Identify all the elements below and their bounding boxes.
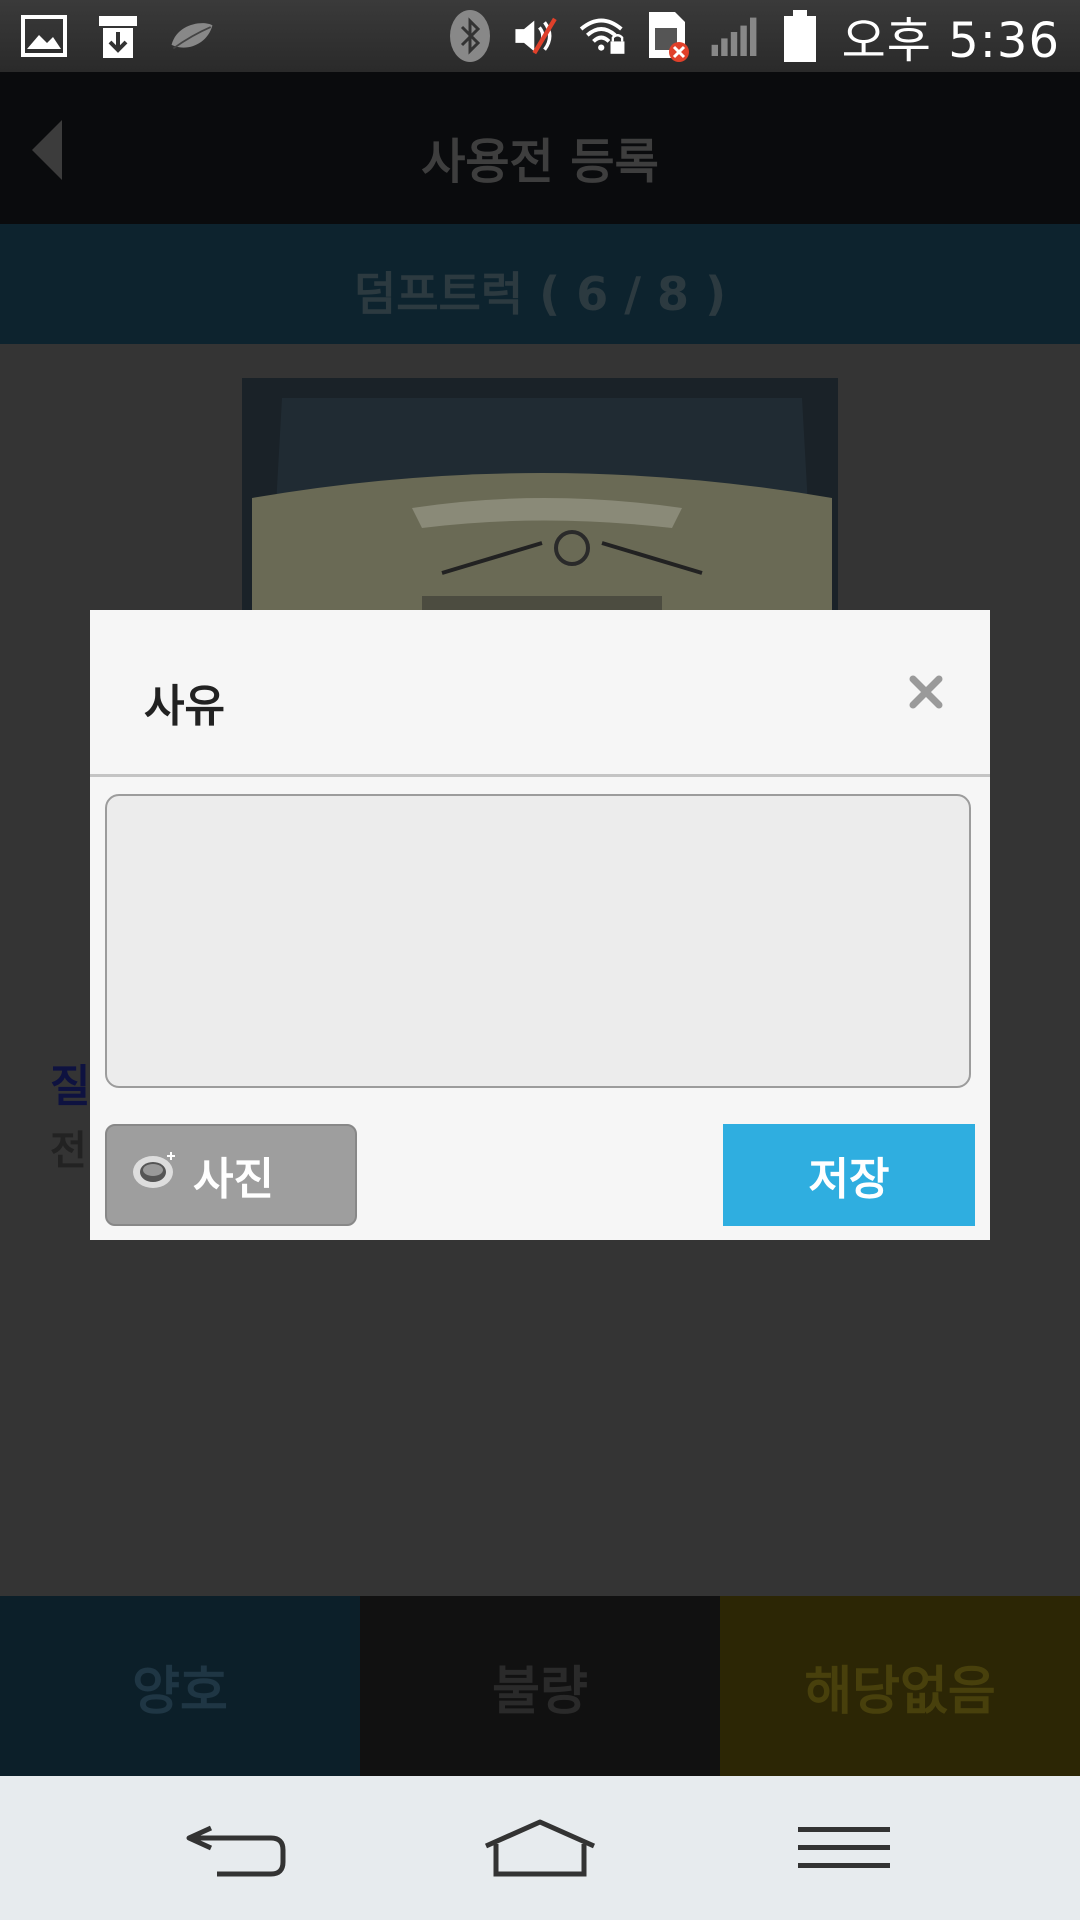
progress-header: 덤프트럭 ( 6 / 8 )	[0, 224, 1080, 344]
progress-title: 덤프트럭 ( 6 / 8 )	[353, 267, 727, 321]
reason-textarea[interactable]	[105, 794, 971, 1088]
home-icon[interactable]	[480, 1806, 600, 1890]
not-applicable-button[interactable]: 해당없음	[720, 1596, 1080, 1776]
status-bar: 오후 5:36	[0, 0, 1080, 72]
divider	[90, 774, 990, 777]
menu-icon[interactable]	[784, 1806, 904, 1890]
bottom-actions: 양호 불량 해당없음	[0, 1596, 1080, 1776]
vehicle-photo	[242, 378, 838, 612]
dialog-title: 사유	[144, 681, 225, 732]
leaf-icon	[168, 12, 216, 60]
background-label: 전	[50, 1128, 87, 1174]
wifi-lock-icon	[578, 12, 626, 60]
bluetooth-icon	[446, 10, 494, 62]
sim-error-icon	[644, 12, 692, 62]
mute-icon	[512, 12, 560, 60]
battery-icon	[776, 10, 824, 62]
reason-dialog: 사유 사진 저장	[90, 610, 990, 1240]
photo-button[interactable]: 사진	[105, 1124, 357, 1226]
page-title: 사용전 등록	[421, 134, 659, 190]
navigation-bar	[0, 1776, 1080, 1920]
app-bar: 사용전 등록	[0, 72, 1080, 224]
download-icon	[94, 12, 142, 60]
bad-button[interactable]: 불량	[360, 1596, 720, 1776]
back-arrow-icon[interactable]	[176, 1806, 296, 1890]
signal-icon	[710, 12, 758, 60]
background-label: 질	[50, 1061, 91, 1112]
clock: 오후 5:36	[841, 13, 1060, 69]
photo-button-label: 사진	[193, 1154, 274, 1205]
good-button[interactable]: 양호	[0, 1596, 360, 1776]
image-icon	[20, 12, 68, 60]
close-icon[interactable]	[902, 668, 950, 716]
camera-icon	[131, 1150, 179, 1201]
save-button[interactable]: 저장	[723, 1124, 975, 1226]
